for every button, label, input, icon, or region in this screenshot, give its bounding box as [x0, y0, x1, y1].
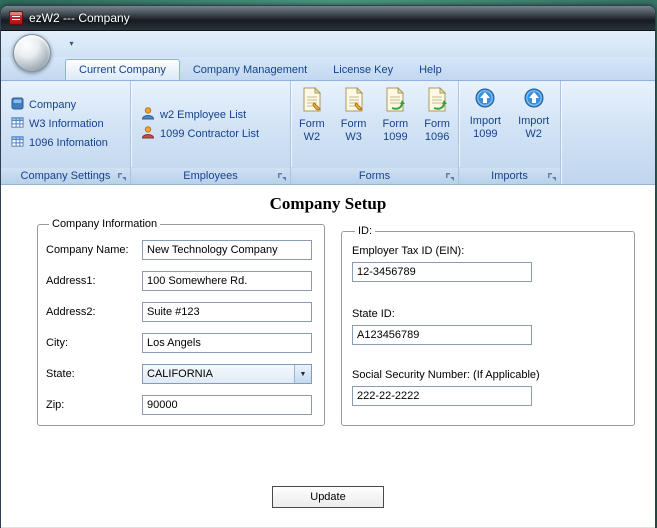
zip-input[interactable]	[142, 395, 312, 415]
app-icon	[9, 11, 23, 25]
address2-input[interactable]	[142, 302, 312, 322]
1099-contractor-list-icon	[141, 125, 155, 142]
ribbon-item-label: Company	[29, 98, 77, 111]
w2-employee-list-icon	[141, 106, 155, 123]
w3-information-icon	[11, 116, 24, 132]
company-information-groupbox: Company Information Company Name: Addres…	[37, 218, 325, 426]
tab-company-management[interactable]: Company Management	[180, 60, 320, 80]
group-caption-forms: Forms	[291, 167, 458, 184]
dropdown-arrow-icon[interactable]: ▼	[294, 365, 311, 383]
group-caption-employees: Employees	[131, 167, 290, 184]
dialog-launcher-icon[interactable]	[277, 171, 287, 181]
ein-label: Employer Tax ID (EIN):	[352, 245, 465, 257]
field-zip: Zip:	[46, 395, 316, 415]
dialog-launcher-icon[interactable]	[445, 171, 455, 181]
dialog-launcher-icon[interactable]	[117, 171, 127, 181]
field-company-name: Company Name:	[46, 240, 316, 260]
import-1099-icon	[463, 87, 507, 112]
company-information-legend: Company Information	[52, 218, 158, 230]
ssn-label: Social Security Number: (If Applicable)	[352, 369, 540, 381]
id-legend: ID:	[358, 225, 373, 237]
company-icon	[11, 97, 24, 113]
address1-input[interactable]	[142, 271, 312, 291]
ribbon-item-label: 1099 Contractor List	[160, 127, 260, 140]
company-name-input[interactable]	[142, 240, 312, 260]
ribbon-item-label: w2 Employee List	[160, 108, 247, 121]
quick-access-toolbar: ▾	[1, 31, 655, 72]
form-w3-icon	[333, 86, 375, 115]
field-address2: Address2:	[46, 302, 316, 322]
window-title: ezW2 --- Company	[29, 11, 130, 25]
button-import-w2[interactable]: Import W2	[512, 87, 556, 167]
group-caption-company-settings: Company Settings	[1, 167, 130, 184]
ribbon-item-1099-contractor-list[interactable]: 1099 Contractor List	[131, 124, 290, 143]
ribbon-filler	[561, 81, 655, 184]
group-employees: w2 Employee List 1099 Contractor List Em…	[131, 81, 291, 184]
1096-information-icon	[11, 135, 24, 151]
company-setup-panel: Company Setup Company Information Compan…	[1, 184, 655, 527]
button-form-w3[interactable]: Form W3	[333, 86, 375, 167]
tab-current-company[interactable]: Current Company	[65, 59, 180, 80]
state-id-input[interactable]	[352, 325, 532, 345]
group-caption-imports: Imports	[459, 167, 560, 184]
form-1099-icon	[375, 86, 417, 115]
ribbon-item-w3-information[interactable]: W3 Information	[1, 114, 130, 133]
id-groupbox: ID: Employer Tax ID (EIN): State ID: Soc…	[341, 225, 635, 426]
ribbon-item-company[interactable]: Company	[1, 95, 130, 114]
field-address1: Address1:	[46, 271, 316, 291]
update-button[interactable]: Update	[272, 486, 384, 508]
app-window: ezW2 --- Company ▾ Current Company Compa…	[0, 5, 656, 528]
city-input[interactable]	[142, 333, 312, 353]
titlebar[interactable]: ezW2 --- Company	[1, 6, 655, 31]
tab-help[interactable]: Help	[406, 60, 455, 80]
field-city: City:	[46, 333, 316, 353]
form-1096-icon	[416, 86, 458, 115]
group-forms: Form W2 Form W3 Form 1099 Form 1096 Form…	[291, 81, 459, 184]
group-company-settings: Company W3 Information 1096 Infomation C…	[1, 81, 131, 184]
button-form-1096[interactable]: Form 1096	[416, 86, 458, 167]
ribbon-item-w2-employee-list[interactable]: w2 Employee List	[131, 105, 290, 124]
field-state: State: CALIFORNIA ▼	[46, 364, 316, 384]
ribbon-item-label: W3 Information	[29, 117, 104, 130]
ribbon: Company W3 Information 1096 Infomation C…	[1, 80, 655, 184]
button-import-1099[interactable]: Import 1099	[463, 87, 507, 167]
dialog-launcher-icon[interactable]	[547, 171, 557, 181]
form-w2-icon	[291, 86, 333, 115]
ssn-input[interactable]	[352, 386, 532, 406]
import-w2-icon	[512, 87, 556, 112]
button-form-1099[interactable]: Form 1099	[375, 86, 417, 167]
application-orb-button[interactable]	[13, 34, 51, 72]
group-imports: Import 1099 Import W2 Imports	[459, 81, 561, 184]
ribbon-item-label: 1096 Infomation	[29, 136, 108, 149]
tab-license-key[interactable]: License Key	[320, 60, 406, 80]
state-id-label: State ID:	[352, 308, 395, 320]
qat-customize-icon[interactable]: ▾	[65, 38, 78, 51]
ein-input[interactable]	[352, 262, 532, 282]
page-title: Company Setup	[269, 194, 387, 213]
ribbon-item-1096-information[interactable]: 1096 Infomation	[1, 133, 130, 152]
ribbon-tab-bar: Current Company Company Management Licen…	[1, 57, 655, 80]
state-select[interactable]: CALIFORNIA ▼	[142, 364, 312, 384]
button-form-w2[interactable]: Form W2	[291, 86, 333, 167]
